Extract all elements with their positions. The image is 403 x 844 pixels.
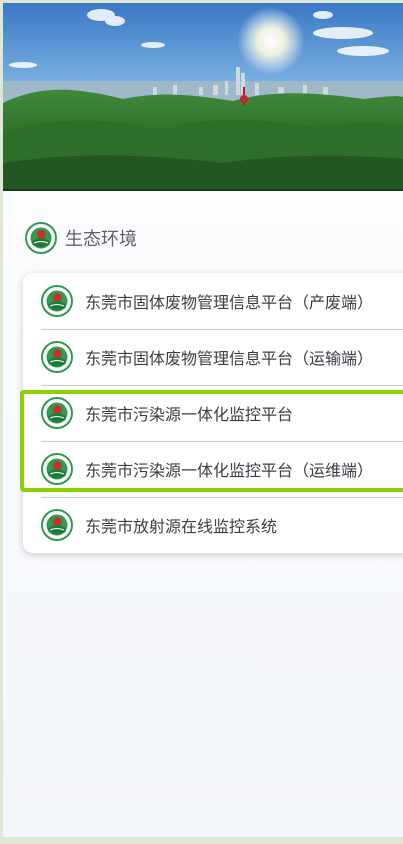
list-item-pollution-monitoring-ops[interactable]: 东莞市污染源一体化监控平台（运维端） [23,441,403,497]
platform-list: 东莞市固体废物管理信息平台（产废端） 东莞市固体废物管理信息平台（运输端） 东莞… [23,273,403,553]
list-item-solid-waste-transport[interactable]: 东莞市固体废物管理信息平台（运输端） [23,329,403,385]
section-title: 生态环境 [65,229,137,250]
section-header: 生态环境 [25,221,137,255]
app-screen: 生态环境 东莞市固体废物管理信息平台（产废端） 东莞市固体废物管理信息平台（运输… [3,3,403,837]
eco-env-logo-icon [41,509,73,541]
list-item-label: 东莞市放射源在线监控系统 [85,517,278,536]
hero-banner-image [3,3,403,191]
list-item-label: 东莞市污染源一体化监控平台（运维端） [85,461,374,480]
list-item-solid-waste-producer[interactable]: 东莞市固体废物管理信息平台（产废端） [23,273,403,329]
list-item-label: 东莞市固体废物管理信息平台（运输端） [85,349,374,368]
list-item-label: 东莞市固体废物管理信息平台（产废端） [85,293,374,312]
eco-env-logo-icon [41,453,73,485]
eco-env-logo-icon [41,341,73,373]
list-item-radioactive-source-monitoring[interactable]: 东莞市放射源在线监控系统 [23,497,403,553]
eco-env-logo-icon [41,397,73,429]
eco-env-logo-icon [25,222,57,254]
list-item-label: 东莞市污染源一体化监控平台 [85,405,294,424]
eco-env-logo-icon [41,285,73,317]
list-item-pollution-monitoring[interactable]: 东莞市污染源一体化监控平台 [23,385,403,441]
